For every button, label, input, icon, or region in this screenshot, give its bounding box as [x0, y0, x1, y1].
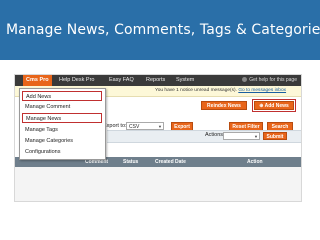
actions-label: Actions — [205, 132, 224, 138]
chevron-down-icon: ▼ — [254, 134, 258, 139]
column-header-created-date[interactable]: Created Date — [155, 157, 186, 167]
admin-top-nav: Cms Pro Help Desk Pro Easy FAQ Reports S… — [15, 75, 301, 86]
nav-item-easy-faq[interactable]: Easy FAQ — [109, 75, 134, 86]
menu-item-manage-comment[interactable]: Manage Comment — [22, 102, 102, 112]
notice-text: You have 1 notice unread message(s). — [155, 88, 237, 93]
add-news-button[interactable]: ⊕ Add News — [252, 99, 296, 112]
admin-screenshot: Cms Pro Help Desk Pro Easy FAQ Reports S… — [14, 74, 302, 202]
export-format-select[interactable]: CSV ▼ — [126, 122, 164, 130]
menu-item-add-news[interactable]: Add News — [22, 91, 102, 101]
notice-message: You have 1 notice unread message(s). Go … — [155, 86, 286, 96]
nav-item-cms-pro[interactable]: Cms Pro — [23, 75, 52, 86]
nav-item-help-desk-pro[interactable]: Help Desk Pro — [59, 75, 94, 86]
cms-pro-dropdown-menu: Add News Manage Comment Manage News Mana… — [19, 88, 106, 160]
nav-item-reports[interactable]: Reports — [146, 75, 165, 86]
slide-title: Manage News, Comments, Tags & Categories — [6, 22, 320, 38]
menu-item-manage-categories[interactable]: Manage Categories — [22, 136, 102, 146]
menu-item-configurations[interactable]: Configurations — [22, 147, 102, 157]
help-icon — [242, 77, 248, 83]
grid-filter-row — [15, 167, 301, 201]
submit-button[interactable]: Submit — [263, 132, 287, 140]
help-link-label: Get help for this page — [249, 77, 297, 83]
column-header-status[interactable]: Status — [123, 157, 138, 167]
actions-select[interactable]: ▼ — [223, 132, 260, 140]
menu-item-manage-tags[interactable]: Manage Tags — [22, 125, 102, 135]
messages-inbox-link[interactable]: Go to messages inbox — [238, 88, 286, 93]
menu-item-manage-news[interactable]: Manage News — [22, 113, 102, 123]
nav-item-system[interactable]: System — [176, 75, 194, 86]
reindex-news-button[interactable]: Reindex News — [201, 101, 247, 110]
column-header-action: Action — [247, 159, 263, 165]
help-link[interactable]: Get help for this page — [242, 75, 297, 86]
add-news-button-label: Add News — [264, 103, 289, 109]
